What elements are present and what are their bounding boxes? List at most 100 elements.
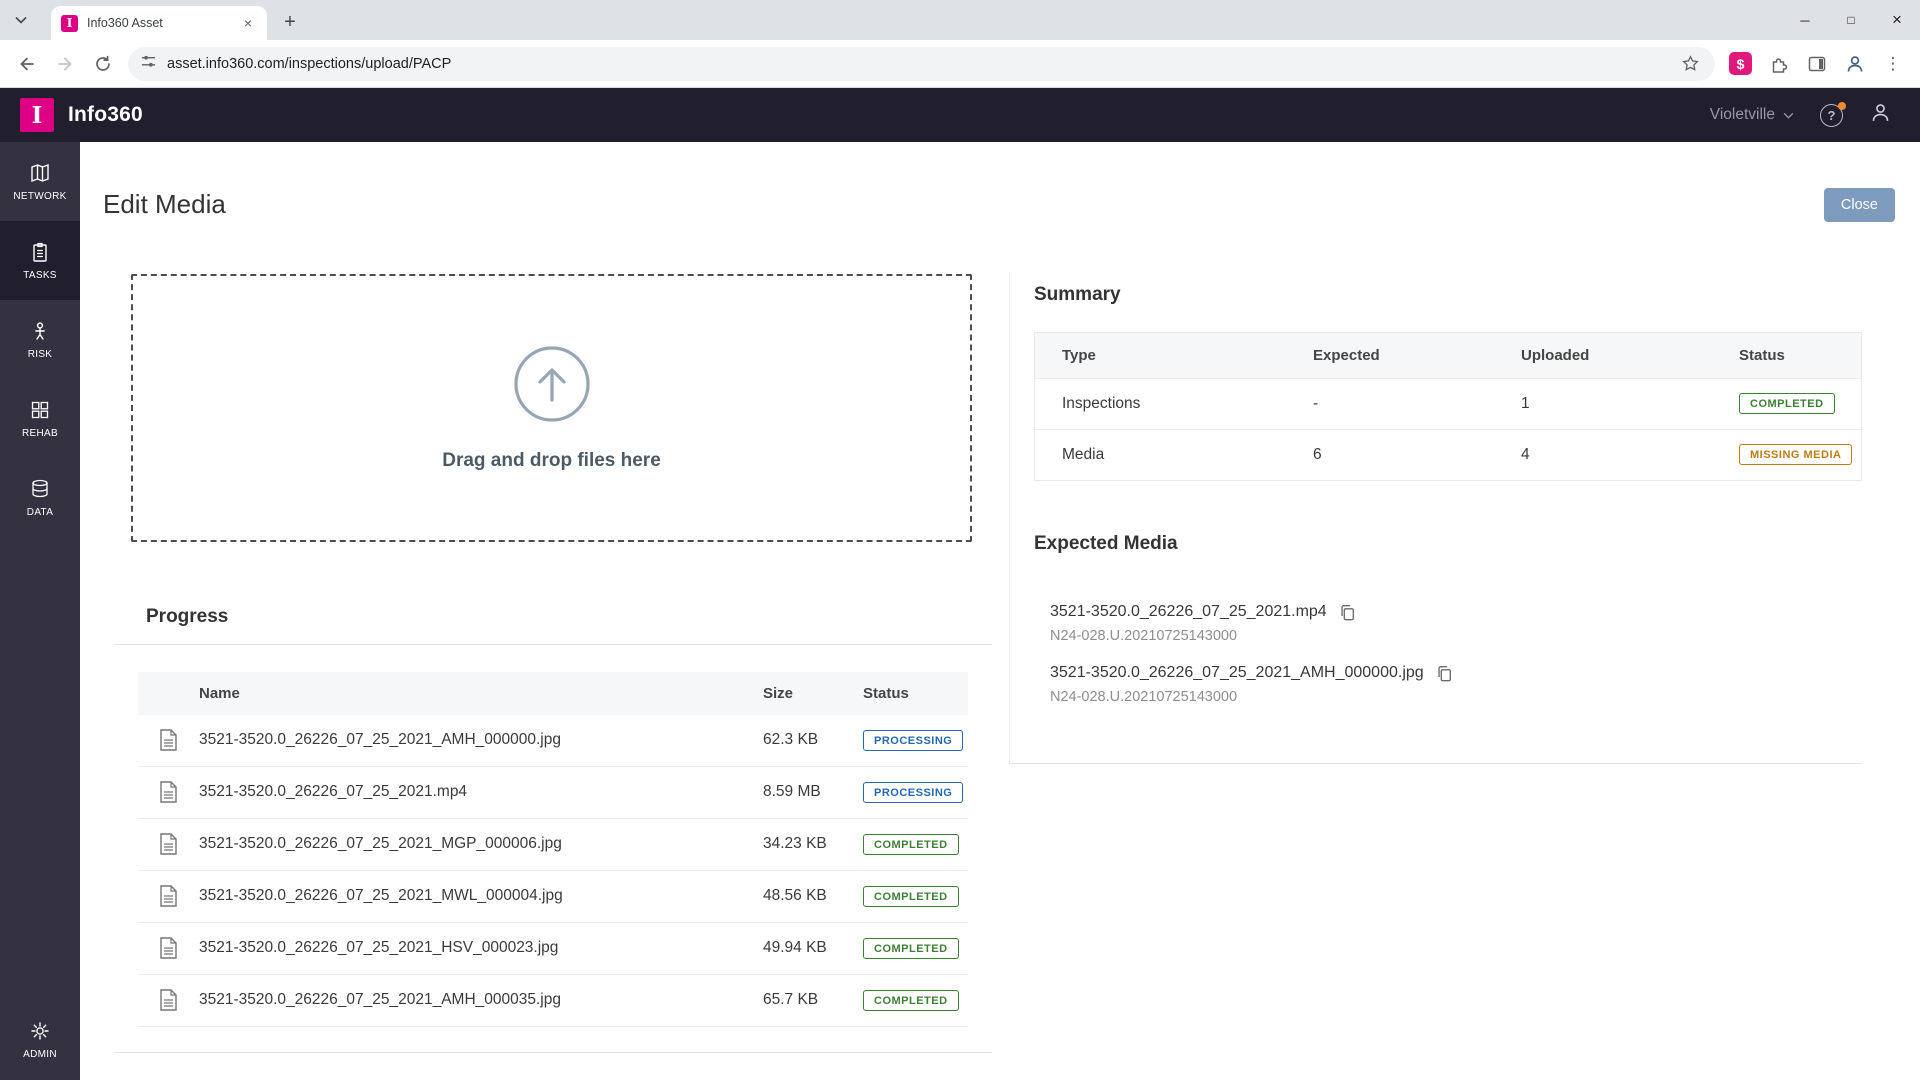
sidebar-item-label: DATA: [26, 506, 54, 518]
new-tab-button[interactable]: +: [276, 8, 304, 36]
gear-icon: [31, 1022, 49, 1040]
workspace-name: Violetville: [1709, 106, 1775, 123]
account-icon[interactable]: [1869, 101, 1892, 129]
copy-icon[interactable]: [1338, 603, 1356, 621]
sidebar-item-admin[interactable]: ADMIN: [0, 1000, 80, 1080]
status-badge: PROCESSING: [863, 729, 964, 751]
tab-close-icon[interactable]: ×: [239, 14, 257, 32]
status-badge: COMPLETED: [863, 833, 959, 855]
file-icon: [138, 885, 199, 908]
sidebar-item-label: ADMIN: [23, 1049, 57, 1060]
sidebar-item-label: REHAB: [22, 427, 58, 439]
file-size: 48.56 KB: [763, 887, 827, 905]
column-header-expected: Expected: [1313, 346, 1380, 364]
forward-icon[interactable]: [48, 47, 82, 81]
progress-title: Progress: [146, 605, 229, 627]
sidebar-item-tasks[interactable]: TASKS: [0, 221, 80, 300]
tasks-icon: [33, 242, 47, 262]
file-dropzone[interactable]: Drag and drop files here: [131, 273, 972, 542]
url-text[interactable]: asset.info360.com/inspections/upload/PAC…: [167, 56, 1677, 72]
tab-search-chevron-icon[interactable]: [6, 5, 36, 35]
back-icon[interactable]: [10, 47, 44, 81]
file-icon: [138, 937, 199, 960]
file-size: 49.94 KB: [763, 939, 827, 957]
side-panel-icon[interactable]: [1800, 47, 1834, 81]
table-row: 3521-3520.0_26226_07_25_2021.mp4 8.59 MB…: [138, 767, 968, 819]
column-header-status: Status: [1739, 346, 1785, 364]
close-window-button[interactable]: ×: [1874, 0, 1920, 40]
column-header-status: Status: [863, 684, 909, 702]
sidebar-item-risk[interactable]: RISK: [0, 300, 80, 379]
copy-icon[interactable]: [1435, 664, 1453, 682]
progress-panel: Name Size Status 3521-3520.0_26226_07_25…: [114, 643, 992, 1053]
browser-window: I Info360 Asset × + ─ □ × asset.info360.…: [0, 0, 1920, 1080]
sidebar-item-label: NETWORK: [13, 190, 67, 202]
expected-media-title: Expected Media: [1034, 532, 1178, 554]
browser-menu-icon[interactable]: ⋮: [1876, 47, 1910, 81]
status-badge: COMPLETED: [863, 885, 959, 907]
file-name: 3521-3520.0_26226_07_25_2021_AMH_000000.…: [199, 731, 561, 749]
help-icon[interactable]: ?: [1820, 101, 1846, 127]
app-header: I Info360 Violetville ?: [0, 88, 1920, 142]
column-header-name: Name: [199, 684, 240, 702]
main-content: Edit Media Close Drag and drop files her…: [80, 142, 1920, 1080]
workspace-selector[interactable]: Violetville: [1710, 106, 1794, 124]
tab-strip: I Info360 Asset × + ─ □ ×: [0, 0, 1920, 40]
file-name: 3521-3520.0_26226_07_25_2021_MWL_000004.…: [199, 887, 563, 905]
site-settings-icon[interactable]: [140, 53, 157, 75]
close-button[interactable]: Close: [1823, 187, 1895, 222]
sidebar-item-label: RISK: [27, 348, 53, 360]
minimize-button[interactable]: ─: [1782, 0, 1828, 40]
file-name: 3521-3520.0_26226_07_25_2021.mp4: [199, 783, 468, 801]
summary-type: Media: [1062, 445, 1105, 463]
file-size: 62.3 KB: [763, 731, 819, 749]
table-row: Inspections - 1 COMPLETED: [1035, 377, 1861, 429]
table-row: Media 6 4 MISSING MEDIA: [1035, 428, 1861, 480]
column-header-uploaded: Uploaded: [1521, 346, 1590, 364]
column-header-type: Type: [1062, 346, 1096, 364]
table-row: 3521-3520.0_26226_07_25_2021_MWL_000004.…: [138, 871, 968, 923]
extensions-puzzle-icon[interactable]: [1762, 47, 1796, 81]
data-icon: [32, 479, 48, 497]
window-controls: ─ □ ×: [1782, 0, 1920, 40]
summary-expected: 6: [1313, 445, 1322, 463]
summary-pane: Summary Type Expected Uploaded Status In…: [1009, 271, 1862, 764]
bookmark-star-icon[interactable]: [1677, 51, 1703, 77]
maximize-button[interactable]: □: [1828, 0, 1874, 40]
progress-table-header: Name Size Status: [138, 671, 968, 715]
table-row: 3521-3520.0_26226_07_25_2021_AMH_000000.…: [138, 715, 968, 767]
sidebar-item-network[interactable]: NETWORK: [0, 142, 80, 221]
file-icon: [138, 781, 199, 804]
status-badge: COMPLETED: [863, 989, 959, 1011]
table-row: 3521-3520.0_26226_07_25_2021_HSV_000023.…: [138, 923, 968, 975]
list-item: 3521-3520.0_26226_07_25_2021.mp4 N24-028…: [1050, 603, 1862, 644]
tab-title: Info360 Asset: [87, 16, 163, 30]
status-badge: MISSING MEDIA: [1739, 444, 1853, 466]
rehab-icon: [31, 401, 49, 418]
sidebar-item-label: TASKS: [23, 269, 57, 281]
summary-uploaded: 4: [1521, 445, 1530, 463]
column-header-size: Size: [763, 684, 794, 702]
expected-media-id: N24-028.U.20210725143000: [1050, 627, 1238, 644]
extension-badge-icon[interactable]: $: [1729, 52, 1752, 75]
sidebar-item-rehab[interactable]: REHAB: [0, 379, 80, 458]
page-title: Edit Media: [103, 189, 226, 220]
summary-uploaded: 1: [1521, 394, 1530, 412]
file-icon: [138, 989, 199, 1012]
file-icon: [138, 729, 199, 752]
expected-media-name: 3521-3520.0_26226_07_25_2021_AMH_000000.…: [1050, 663, 1424, 681]
sidebar-item-data[interactable]: DATA: [0, 458, 80, 537]
reload-icon[interactable]: [86, 47, 120, 81]
list-item: 3521-3520.0_26226_07_25_2021_AMH_000000.…: [1050, 664, 1862, 705]
status-badge: COMPLETED: [1739, 393, 1835, 415]
sidebar: NETWORK TASKS RISK REHAB DATA ADMIN: [0, 142, 80, 1080]
browser-tab[interactable]: I Info360 Asset ×: [51, 6, 267, 40]
browser-toolbar: asset.info360.com/inspections/upload/PAC…: [0, 40, 1920, 88]
file-name: 3521-3520.0_26226_07_25_2021_HSV_000023.…: [199, 939, 559, 957]
url-input[interactable]: asset.info360.com/inspections/upload/PAC…: [128, 46, 1715, 81]
notification-dot: [1838, 101, 1846, 110]
info360-logo: I: [20, 98, 54, 132]
file-icon: [138, 833, 199, 856]
profile-avatar-icon[interactable]: [1838, 47, 1872, 81]
summary-table: Type Expected Uploaded Status Inspection…: [1034, 331, 1862, 481]
